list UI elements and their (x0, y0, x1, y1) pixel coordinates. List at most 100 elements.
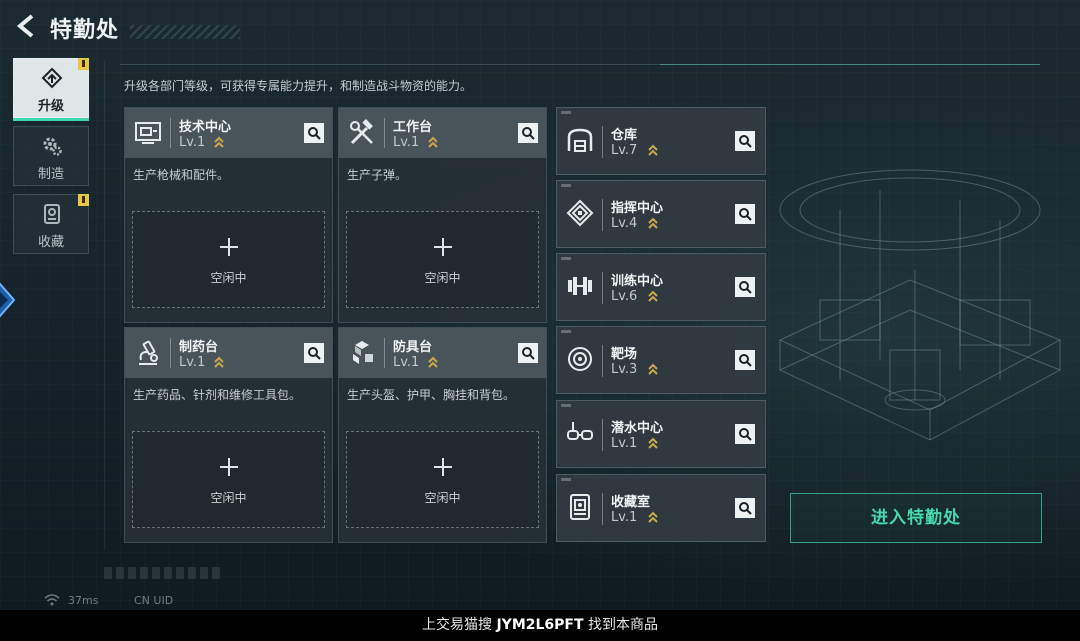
card-description: 生产头盔、护甲、胸挂和背包。 (347, 388, 516, 402)
ping-readout: 37ms (68, 594, 99, 607)
search-button[interactable] (735, 277, 755, 297)
collection-icon (44, 204, 60, 224)
card-description: 生产药品、针剂和维修工具包。 (133, 388, 302, 402)
idle-label: 空闲中 (210, 491, 247, 505)
magnifier-icon (522, 127, 535, 140)
side-handle-icon[interactable] (0, 280, 16, 320)
card-title: 潜水中心 (611, 421, 664, 436)
level-up-arrow-icon (648, 144, 658, 156)
card-header: 防具台 Lv.1 (339, 328, 546, 378)
facility-item-warehouse[interactable]: 仓库 Lv.7 (556, 107, 766, 175)
base-scene-illustration (778, 169, 1062, 441)
card-level: Lv.1 (393, 135, 420, 150)
search-button[interactable] (518, 123, 538, 143)
diving-goggles-icon (567, 422, 593, 440)
header-accent-line (660, 64, 1040, 65)
card-level: Lv.1 (179, 355, 206, 370)
idle-slot[interactable]: 空闲中 (132, 211, 325, 308)
search-button[interactable] (735, 131, 755, 151)
magnifier-icon (739, 502, 752, 515)
tech-center-icon (135, 122, 161, 144)
tab-upgrade-label: 升级 (37, 99, 64, 114)
game-screen: 特勤处 升级 制造 收藏 升级各部门等级，可获得专属能力提升，和制造战斗物资的能… (0, 0, 1080, 610)
card-level: Lv.7 (611, 143, 638, 158)
plus-icon (219, 238, 238, 256)
notification-badge (78, 58, 89, 70)
facility-item-collection-room[interactable]: 收藏室 Lv.1 (556, 474, 766, 542)
facility-item-training-center[interactable]: 训练中心 Lv.6 (556, 253, 766, 321)
search-button[interactable] (304, 123, 324, 143)
dumbbell-icon (568, 277, 592, 295)
search-button[interactable] (735, 350, 755, 370)
collection-room-icon (570, 494, 590, 520)
card-description: 生产子弹。 (347, 168, 408, 182)
page-title: 特勤处 (50, 18, 120, 43)
back-arrow-icon[interactable] (14, 12, 38, 40)
plus-icon (219, 458, 238, 476)
card-level: Lv.4 (611, 216, 638, 231)
card-title: 仓库 (611, 128, 638, 143)
warehouse-icon (567, 128, 593, 152)
tab-upgrade[interactable]: 升级 (13, 58, 89, 121)
facility-item-shooting-range[interactable]: 靶场 Lv.3 (556, 326, 766, 394)
level-up-arrow-icon (214, 356, 224, 368)
idle-label: 空闲中 (424, 271, 461, 285)
card-title: 工作台 (393, 120, 433, 135)
idle-label: 空闲中 (424, 491, 461, 505)
watermark-prefix: 上交易猫搜 (422, 617, 497, 633)
magnifier-icon (739, 428, 752, 441)
plus-icon (433, 458, 452, 476)
magnifier-icon (739, 354, 752, 367)
search-button[interactable] (735, 424, 755, 444)
target-icon (568, 347, 592, 371)
level-up-arrow-icon (648, 437, 658, 449)
search-button[interactable] (735, 498, 755, 518)
level-up-arrow-icon (214, 136, 224, 148)
magnifier-icon (739, 135, 752, 148)
microscope-icon (139, 340, 158, 365)
notification-badge (78, 194, 89, 206)
facility-card-workbench[interactable]: 工作台 Lv.1 生产子弹。 空闲中 (338, 107, 547, 323)
facility-item-command-center[interactable]: 指挥中心 Lv.4 (556, 180, 766, 248)
card-level: Lv.1 (179, 135, 206, 150)
facility-card-armor-bench[interactable]: 防具台 Lv.1 生产头盔、护甲、胸挂和背包。 空闲中 (338, 327, 547, 543)
facility-card-tech-center[interactable]: 技术中心 Lv.1 生产枪械和配件。 空闲中 (124, 107, 333, 323)
card-level: Lv.3 (611, 362, 638, 377)
facility-item-diving-center[interactable]: 潜水中心 Lv.1 (556, 400, 766, 468)
tab-craft[interactable]: 制造 (13, 126, 89, 186)
facility-card-pharmacy[interactable]: 制药台 Lv.1 生产药品、针剂和维修工具包。 空闲中 (124, 327, 333, 543)
idle-label: 空闲中 (210, 271, 247, 285)
card-level: Lv.1 (611, 436, 638, 451)
title-decoration (130, 25, 240, 39)
card-level: Lv.1 (393, 355, 420, 370)
search-button[interactable] (304, 343, 324, 363)
watermark-code: JYM2L6PFT (496, 617, 584, 633)
tab-craft-label: 制造 (37, 167, 64, 182)
card-header: 工作台 Lv.1 (339, 108, 546, 158)
search-button[interactable] (735, 204, 755, 224)
idle-slot[interactable]: 空闲中 (132, 431, 325, 528)
card-level: Lv.1 (611, 510, 638, 525)
card-description: 生产枪械和配件。 (133, 168, 230, 182)
idle-slot[interactable]: 空闲中 (346, 211, 539, 308)
region-uid-label: CN UID (134, 594, 174, 607)
tab-collection-label: 收藏 (37, 235, 64, 250)
enter-special-office-button[interactable]: 进入特勤处 (790, 493, 1042, 543)
search-button[interactable] (518, 343, 538, 363)
card-title: 靶场 (611, 347, 638, 362)
card-level: Lv.6 (611, 289, 638, 304)
watermark-bar: 上交易猫搜 JYM2L6PFT 找到本商品 (0, 610, 1080, 641)
workbench-tools-icon (350, 119, 373, 145)
page-description: 升级各部门等级，可获得专属能力提升，和制造战斗物资的能力。 (124, 79, 473, 93)
tab-collection[interactable]: 收藏 (13, 194, 89, 254)
watermark-suffix: 找到本商品 (583, 617, 658, 633)
card-title: 指挥中心 (611, 201, 664, 216)
level-up-arrow-icon (648, 290, 658, 302)
level-up-arrow-icon (648, 217, 658, 229)
idle-slot[interactable]: 空闲中 (346, 431, 539, 528)
gear-icon (43, 137, 62, 156)
card-header: 技术中心 Lv.1 (125, 108, 332, 158)
card-title: 训练中心 (611, 274, 664, 289)
magnifier-icon (739, 281, 752, 294)
command-center-icon (566, 199, 594, 227)
